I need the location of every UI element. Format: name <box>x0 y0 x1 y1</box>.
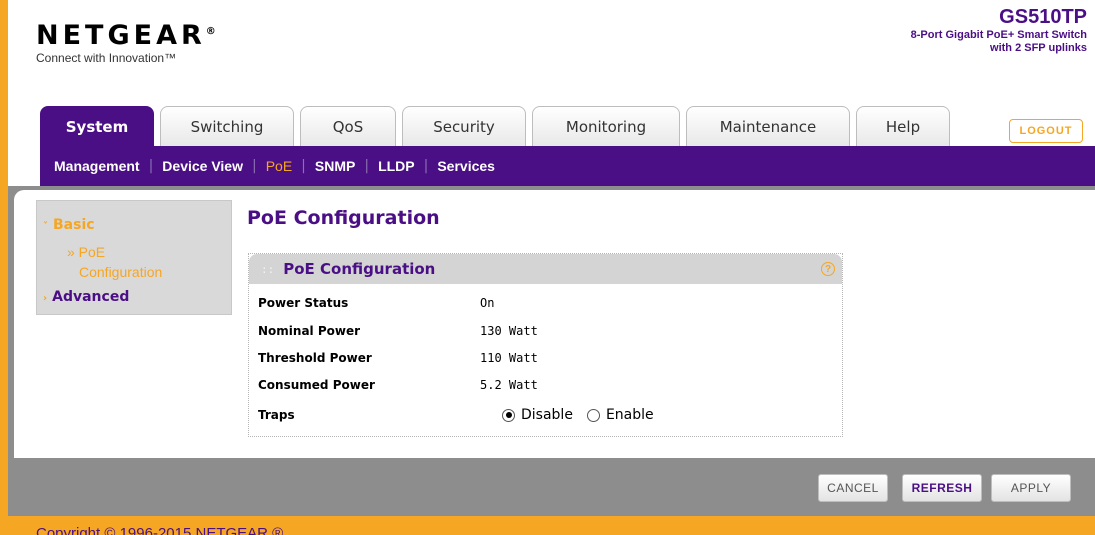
page-title: PoE Configuration <box>247 207 440 229</box>
chevron-down-icon: ˅ <box>43 221 48 232</box>
radio-unselected-icon <box>586 408 600 422</box>
subnav-separator: | <box>423 158 429 174</box>
sidenav-advanced[interactable]: › Advanced <box>43 289 129 305</box>
netgear-logo: NETGEAR® Connect with Innovation™ <box>36 20 216 65</box>
copyright-text: Copyright © 1996-2015 NETGEAR ® <box>36 525 284 535</box>
main-tabs: System Switching QoS Security Monitoring… <box>40 106 956 146</box>
poe-config-panel: :: PoE Configuration ? Power Status On N… <box>248 253 843 437</box>
subnav-item-management[interactable]: Management <box>54 158 140 174</box>
field-value: On <box>480 296 495 310</box>
tab-help[interactable]: Help <box>856 106 950 146</box>
subnav-separator: | <box>148 158 154 174</box>
field-value: 110 Watt <box>480 351 538 365</box>
subnav-separator: | <box>251 158 257 174</box>
panel-title: PoE Configuration <box>283 260 436 278</box>
tab-system[interactable]: System <box>40 106 154 146</box>
sidenav-item-poe-configuration[interactable]: » PoE Configuration <box>67 242 162 282</box>
row-power-status: Power Status On <box>258 293 494 313</box>
left-accent-stripe <box>0 0 8 535</box>
row-nominal-power: Nominal Power 130 Watt <box>258 321 538 341</box>
help-icon[interactable]: ? <box>821 262 835 276</box>
subnav-bar: Management | Device View | PoE | SNMP | … <box>40 146 1095 186</box>
tagline: Connect with Innovation™ <box>36 51 177 65</box>
subnav-item-poe[interactable]: PoE <box>266 158 292 174</box>
model-desc-line1: 8-Port Gigabit PoE+ Smart Switch <box>910 29 1087 41</box>
subnav-separator: | <box>301 158 306 174</box>
sidenav-basic[interactable]: ˅ Basic <box>43 217 95 233</box>
field-label: Consumed Power <box>258 378 375 392</box>
field-label: Threshold Power <box>258 351 372 365</box>
footer-strip: Copyright © 1996-2015 NETGEAR ® <box>0 516 1095 535</box>
radio-selected-icon <box>502 408 515 422</box>
subnav-item-snmp[interactable]: SNMP <box>315 158 355 174</box>
apply-button[interactable]: APPLY <box>991 474 1071 502</box>
field-label: Traps <box>258 408 295 422</box>
field-label: Nominal Power <box>258 324 361 338</box>
subnav-separator: | <box>364 158 370 174</box>
traps-enable-radio[interactable]: Enable <box>586 407 654 423</box>
field-label: Power Status <box>258 296 349 310</box>
tab-security[interactable]: Security <box>402 106 526 146</box>
traps-disable-radio[interactable]: Disable <box>502 407 573 423</box>
model-name: GS510TP <box>999 6 1087 28</box>
row-consumed-power: Consumed Power 5.2 Watt <box>258 375 538 395</box>
row-threshold-power: Threshold Power 110 Watt <box>258 348 538 368</box>
field-value: 130 Watt <box>480 324 538 338</box>
subnav-item-lldp[interactable]: LLDP <box>378 158 415 174</box>
tab-monitoring[interactable]: Monitoring <box>532 106 680 146</box>
logout-button[interactable]: LOGOUT <box>1009 119 1083 143</box>
drag-grip-icon: :: <box>261 262 275 276</box>
chevron-right-icon: › <box>43 293 48 304</box>
tab-maintenance[interactable]: Maintenance <box>686 106 850 146</box>
refresh-button[interactable]: REFRESH <box>902 474 982 502</box>
tab-qos[interactable]: QoS <box>300 106 396 146</box>
subnav-item-device-view[interactable]: Device View <box>162 158 243 174</box>
model-desc-line2: with 2 SFP uplinks <box>990 42 1087 54</box>
model-info: GS510TP 8-Port Gigabit PoE+ Smart Switch… <box>911 6 1087 55</box>
subnav-item-services[interactable]: Services <box>437 158 495 174</box>
panel-header: :: PoE Configuration ? <box>249 254 842 284</box>
side-nav: ˅ Basic » PoE Configuration › Advanced <box>36 200 232 315</box>
field-value: 5.2 Watt <box>480 378 538 392</box>
tab-switching[interactable]: Switching <box>160 106 294 146</box>
row-traps: Traps Disable Enable <box>258 405 654 425</box>
cancel-button[interactable]: CANCEL <box>818 474 888 502</box>
